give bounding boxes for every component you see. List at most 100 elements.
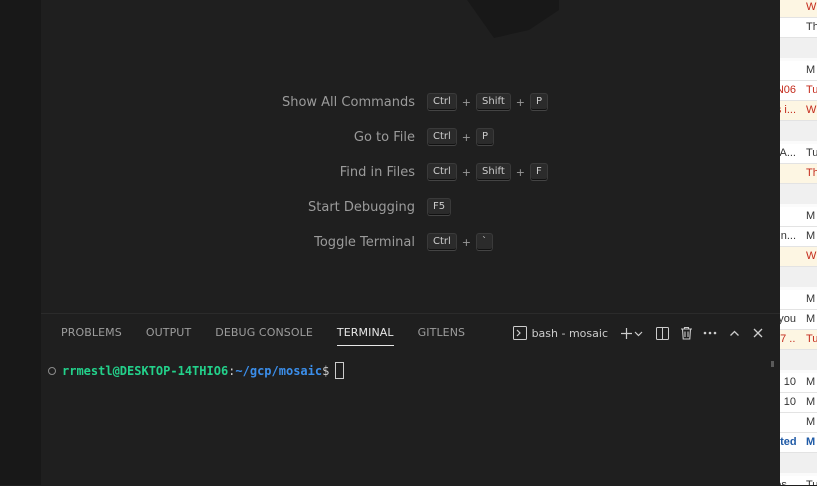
email-date: M: [806, 293, 816, 305]
email-row[interactable]: Th: [780, 164, 817, 184]
key-cap: `: [476, 233, 494, 251]
email-row[interactable]: M: [780, 61, 817, 81]
email-row[interactable]: 97 ... Tu: [780, 330, 817, 350]
key-cap: Ctrl: [427, 128, 457, 146]
email-date: W: [806, 104, 817, 116]
email-date: M: [806, 64, 816, 76]
email-date: M: [806, 416, 816, 428]
email-snippet: cted: [780, 436, 796, 448]
prompt-symbol: $: [322, 363, 330, 378]
email-row[interactable]: 10 M: [780, 393, 817, 413]
key-cap: Ctrl: [427, 93, 457, 111]
close-panel-button[interactable]: [746, 323, 770, 343]
prompt-user-host: rrmestl@DESKTOP-14THIO6: [62, 363, 229, 378]
email-date: M: [806, 376, 816, 388]
tab-debug-console[interactable]: DEBUG CONSOLE: [215, 326, 313, 346]
background-email-window: WThMN06Tus i...WA...TuThMun...MWMyouM97 …: [780, 0, 817, 485]
group-header: [780, 453, 817, 473]
email-snippet: es...: [780, 479, 796, 485]
email-date: M: [806, 436, 816, 448]
email-snippet: A...: [780, 147, 796, 159]
shortcut-label[interactable]: Start Debugging: [308, 200, 415, 215]
email-row[interactable]: A... Tu: [780, 144, 817, 164]
group-header: [780, 350, 817, 370]
shortcut-row: Find in Files Ctrl + Shift + F: [41, 162, 780, 186]
email-snippet: you: [780, 313, 796, 325]
shortcut-keys: Ctrl + Shift + F: [427, 163, 548, 181]
key-cap: P: [529, 93, 548, 111]
bottom-panel: PROBLEMS OUTPUT DEBUG CONSOLE TERMINAL GITLE…: [41, 313, 780, 486]
shortcut-label[interactable]: Find in Files: [340, 165, 415, 180]
email-row[interactable]: you M: [780, 310, 817, 330]
shortcut-label[interactable]: Go to File: [354, 130, 415, 145]
key-cap: Ctrl: [427, 163, 457, 181]
key-cap: F: [529, 163, 548, 181]
email-row[interactable]: M: [780, 413, 817, 433]
shortcut-keys: Ctrl + `: [427, 233, 494, 251]
email-date: M: [806, 313, 816, 325]
key-cap: Shift: [476, 93, 511, 111]
chevron-up-icon: [729, 330, 739, 336]
email-row[interactable]: un... M: [780, 227, 817, 247]
email-date: M: [806, 230, 816, 242]
tab-terminal[interactable]: TERMINAL: [336, 326, 394, 346]
email-date: Tu: [806, 147, 817, 159]
email-date: W: [806, 250, 817, 262]
vscode-logo-watermark: [467, 0, 559, 38]
tab-output[interactable]: OUTPUT: [146, 326, 191, 346]
more-actions-button[interactable]: [698, 323, 722, 343]
group-header: [780, 38, 817, 58]
email-row[interactable]: N06 Tu: [780, 81, 817, 101]
terminal-name: bash - mosaic: [531, 326, 608, 340]
panel-actions: bash - mosaic: [512, 323, 770, 343]
activity-bar-edge: [0, 0, 41, 485]
email-row[interactable]: es... Tu: [780, 476, 817, 485]
group-header: [780, 121, 817, 141]
split-terminal-button[interactable]: [650, 323, 674, 343]
key-separator: +: [515, 95, 525, 109]
kill-terminal-button[interactable]: [674, 323, 698, 343]
command-decoration-icon: [48, 366, 56, 375]
trash-icon: [680, 326, 692, 340]
shortcut-row: Show All Commands Ctrl + Shift + P: [41, 92, 780, 116]
terminal-selector[interactable]: bash - mosaic: [512, 326, 608, 340]
prompt-path: ~/gcp/mosaic: [235, 363, 323, 378]
key-cap: P: [476, 128, 495, 146]
terminal-launch-profile-button[interactable]: [632, 323, 644, 343]
tab-gitlens[interactable]: GITLENS: [418, 326, 465, 346]
email-row[interactable]: M: [780, 207, 817, 227]
email-row[interactable]: W: [780, 0, 817, 18]
email-snippet: N06: [780, 84, 796, 96]
shortcut-keys: Ctrl + Shift + P: [427, 93, 548, 111]
email-date: Tu: [806, 479, 817, 485]
maximize-panel-button[interactable]: [722, 323, 746, 343]
email-snippet: un...: [780, 230, 796, 242]
shortcut-label[interactable]: Toggle Terminal: [314, 235, 415, 250]
email-date: Tu: [806, 84, 817, 96]
email-row[interactable]: 10 M: [780, 373, 817, 393]
plus-icon: [620, 327, 632, 339]
email-snippet: 97 ...: [780, 333, 796, 345]
terminal-scrollbar-marker[interactable]: [771, 361, 774, 367]
group-header: [780, 184, 817, 204]
ellipsis-icon: [703, 331, 717, 335]
email-row[interactable]: M: [780, 290, 817, 310]
shortcut-label[interactable]: Show All Commands: [282, 95, 415, 110]
email-row[interactable]: cted M: [780, 433, 817, 453]
email-date: Th: [806, 21, 817, 33]
email-date: Th: [806, 167, 817, 179]
tab-problems[interactable]: PROBLEMS: [61, 326, 122, 346]
shortcut-keys: Ctrl + P: [427, 128, 495, 146]
email-row[interactable]: W: [780, 247, 817, 267]
group-header: [780, 267, 817, 287]
terminal-prompt-line[interactable]: rrmestl@DESKTOP-14THIO6 : ~/gcp/mosaic $: [48, 362, 345, 379]
shortcut-keys: F5: [427, 198, 452, 216]
email-date: Tu: [806, 333, 817, 345]
split-icon: [655, 326, 669, 340]
email-row[interactable]: Th: [780, 18, 817, 38]
key-separator: +: [461, 235, 472, 249]
email-date: M: [806, 210, 816, 222]
editor-welcome-area: Show All Commands Ctrl + Shift + P Go to File C…: [41, 0, 780, 313]
key-separator: +: [515, 165, 525, 179]
email-row[interactable]: s i... W: [780, 101, 817, 121]
